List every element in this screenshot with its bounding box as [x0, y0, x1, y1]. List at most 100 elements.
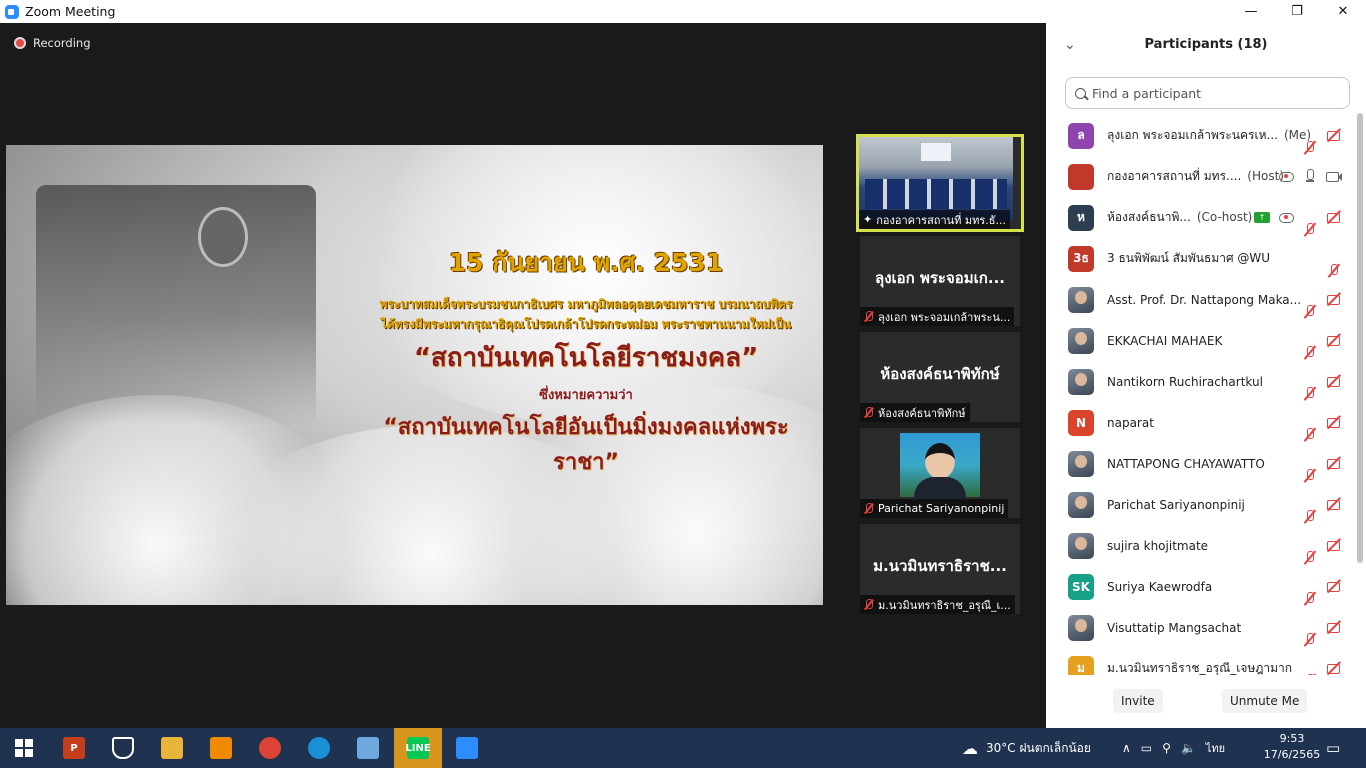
shared-screen: 15 กันยายน พ.ศ. 2531 พระบาทสมเด็จพระบรมช… — [6, 145, 823, 605]
slide-line-2: ได้ทรงมีพระมหากรุณาธิคุณโปรดเกล้าโปรดกระ… — [380, 317, 792, 331]
window-title: Zoom Meeting — [25, 4, 116, 19]
taskbar-start-button[interactable] — [0, 728, 48, 768]
restore-button[interactable]: ❐ — [1274, 0, 1320, 23]
scrollbar-thumb[interactable] — [1357, 113, 1363, 563]
taskbar-powerpoint-button[interactable]: P — [50, 728, 98, 768]
participant-name: ห้องสงค์ธนาพิ... (Co-host) — [1107, 208, 1252, 227]
avatar — [1068, 491, 1094, 518]
taskbar-chrome-button[interactable] — [246, 728, 294, 768]
microphone-icon — [1302, 168, 1318, 184]
participant-photo — [900, 433, 980, 499]
volume-icon[interactable]: 🔈 — [1181, 741, 1196, 755]
audience-rows — [865, 179, 1007, 209]
video-thumbnail[interactable]: ลุงเอก พระจอมเก... ลุงเอก พระจอมเกล้าพระ… — [860, 236, 1020, 326]
participant-display-name: sujira khojitmate — [1107, 538, 1209, 553]
avatar — [1068, 614, 1094, 641]
participant-row[interactable]: กองอาคารสถานที่ มทร.... (Host) — [1046, 156, 1356, 197]
participant-row[interactable]: Visuttatip Mangsachat — [1046, 607, 1356, 648]
mic-muted-icon — [1302, 509, 1318, 525]
video-off-icon — [1326, 537, 1342, 553]
taskbar-clock[interactable]: 9:53 17/6/2565 — [1262, 731, 1322, 763]
window-controls: — ❐ ✕ — [1228, 0, 1366, 23]
participant-row[interactable]: EKKACHAI MAHAEK — [1046, 320, 1356, 361]
mic-muted-icon — [1302, 550, 1318, 566]
mic-muted-icon — [1302, 591, 1318, 607]
participant-name: sujira khojitmate — [1107, 539, 1208, 553]
participant-name: NATTAPONG CHAYAWATTO — [1107, 457, 1265, 471]
participant-row[interactable]: ล ลุงเอก พระจอมเกล้าพระนครเห... (Me) — [1046, 115, 1356, 156]
unmute-me-button[interactable]: Unmute Me — [1222, 689, 1308, 713]
participant-row[interactable]: Asst. Prof. Dr. Nattapong Maka... — [1046, 279, 1356, 320]
participant-name: EKKACHAI MAHAEK — [1107, 334, 1222, 348]
close-button[interactable]: ✕ — [1320, 0, 1366, 23]
participant-display-name: ลุงเอก พระจอมเกล้าพระนครเห... — [1107, 128, 1278, 142]
mic-muted-icon — [1302, 304, 1318, 320]
paint-icon — [357, 737, 379, 759]
line-icon: LINE — [405, 737, 431, 759]
taskbar-line-button[interactable]: LINE — [394, 728, 442, 768]
mic-muted-icon — [864, 503, 873, 514]
recording-label: Recording — [33, 36, 91, 50]
taskbar: ☁ 30°C ฝนตกเล็กน้อย ∧ ▭ ⚲ 🔈 ไทย 9:53 17/… — [0, 728, 1366, 768]
search-input[interactable] — [1092, 85, 1332, 101]
participant-row[interactable]: ม ม.นวมินทราธิราช_อรุณี_เจษฎามาก — [1046, 648, 1356, 675]
weather-text: 30°C ฝนตกเล็กน้อย — [986, 740, 1091, 755]
participant-name: 3 ธนพิพัฒน์ สัมพันธมาศ @WU — [1107, 249, 1270, 268]
video-thumbnail[interactable]: Parichat Sariyanonpinij — [860, 428, 1020, 518]
participants-title: Participants (18) — [1144, 37, 1268, 52]
invite-button[interactable]: Invite — [1113, 689, 1163, 713]
taskbar-paint-button[interactable] — [344, 728, 392, 768]
taskbar-security-button[interactable] — [99, 728, 147, 768]
taskbar-edge-button[interactable] — [295, 728, 343, 768]
cloud-icon: ☁ — [962, 738, 978, 758]
pin-icon: ✦ — [863, 213, 873, 226]
participants-header: ⌄ Participants (18) — [1046, 23, 1366, 67]
avatar: ล — [1068, 122, 1094, 149]
participant-display-name: กองอาคารสถานที่ มทร.... — [1107, 169, 1242, 183]
avatar: 3ธ — [1068, 245, 1094, 272]
mic-muted-icon — [1326, 263, 1342, 279]
face — [925, 443, 955, 479]
video-thumbnail[interactable]: ห้องสงค์ธนาพิทักษ์ ห้องสงค์ธนาพิทักษ์ — [860, 332, 1020, 422]
participant-row[interactable]: Nantikorn Ruchirachartkul — [1046, 361, 1356, 402]
video-off-icon — [1326, 127, 1342, 143]
taskbar-vlc-button[interactable] — [197, 728, 245, 768]
participant-row[interactable]: Parichat Sariyanonpinij — [1046, 484, 1356, 525]
participant-name: ลุงเอก พระจอมเกล้าพระนครเห... (Me) — [1107, 126, 1311, 145]
slide-text: 15 กันยายน พ.ศ. 2531 พระบาทสมเด็จพระบรมช… — [366, 243, 806, 479]
taskbar-file-explorer-button[interactable] — [148, 728, 196, 768]
video-off-icon — [1326, 414, 1342, 430]
notification-icon[interactable]: ▭ — [1326, 728, 1340, 768]
participant-row[interactable]: ห ห้องสงค์ธนาพิ... (Co-host) ↑ — [1046, 197, 1356, 238]
video-thumbnail[interactable]: ✦ กองอาคารสถานที่ มทร.ธั... — [856, 134, 1024, 232]
participant-row[interactable]: SK Suriya Kaewrodfa — [1046, 566, 1356, 607]
thumbnail-label: ม.นวมินทราธิราช_อรุณี_เ... — [860, 595, 1015, 614]
participants-panel: ⌄ Participants (18) ล ลุงเอก พระจอมเกล้าพ… — [1046, 23, 1366, 728]
zoom-app-icon — [5, 4, 19, 19]
scrollbar[interactable] — [1356, 113, 1364, 673]
slide-name-2: “สถาบันเทคโนโลยีอันเป็นมิ่งมงคลแห่งพระรา… — [383, 415, 789, 475]
minimize-button[interactable]: — — [1228, 0, 1274, 23]
search-icon — [1075, 87, 1086, 99]
avatar: ห — [1068, 204, 1094, 231]
chevron-up-icon[interactable]: ∧ — [1122, 741, 1131, 755]
participant-name: Suriya Kaewrodfa — [1107, 580, 1212, 594]
recording-indicator[interactable]: Recording — [14, 36, 91, 50]
battery-icon[interactable]: ▭ — [1141, 741, 1152, 755]
participant-row[interactable]: Nnaparat — [1046, 402, 1356, 443]
participant-row[interactable]: 3ธ 3 ธนพิพัฒน์ สัมพันธมาศ @WU — [1046, 238, 1356, 279]
file-explorer-icon — [161, 737, 183, 759]
video-off-icon — [1326, 332, 1342, 348]
language-indicator[interactable]: ไทย — [1206, 739, 1225, 757]
video-thumbnail[interactable]: ม.นวมินทราธิราช... ม.นวมินทราธิราช_อรุณี… — [860, 524, 1020, 614]
participant-role: (Co-host) — [1196, 210, 1253, 224]
thumbnail-name: ห้องสงค์ธนาพิทักษ์ — [880, 365, 1000, 383]
taskbar-zoom-button[interactable] — [443, 728, 491, 768]
vlc-icon — [210, 737, 232, 759]
network-icon[interactable]: ⚲ — [1162, 741, 1171, 755]
video-off-icon — [1326, 660, 1342, 675]
participant-display-name: ห้องสงค์ธนาพิ... — [1107, 210, 1191, 224]
participant-row[interactable]: sujira khojitmate — [1046, 525, 1356, 566]
participant-row[interactable]: NATTAPONG CHAYAWATTO — [1046, 443, 1356, 484]
weather-widget[interactable]: ☁ 30°C ฝนตกเล็กน้อย — [962, 728, 1091, 768]
